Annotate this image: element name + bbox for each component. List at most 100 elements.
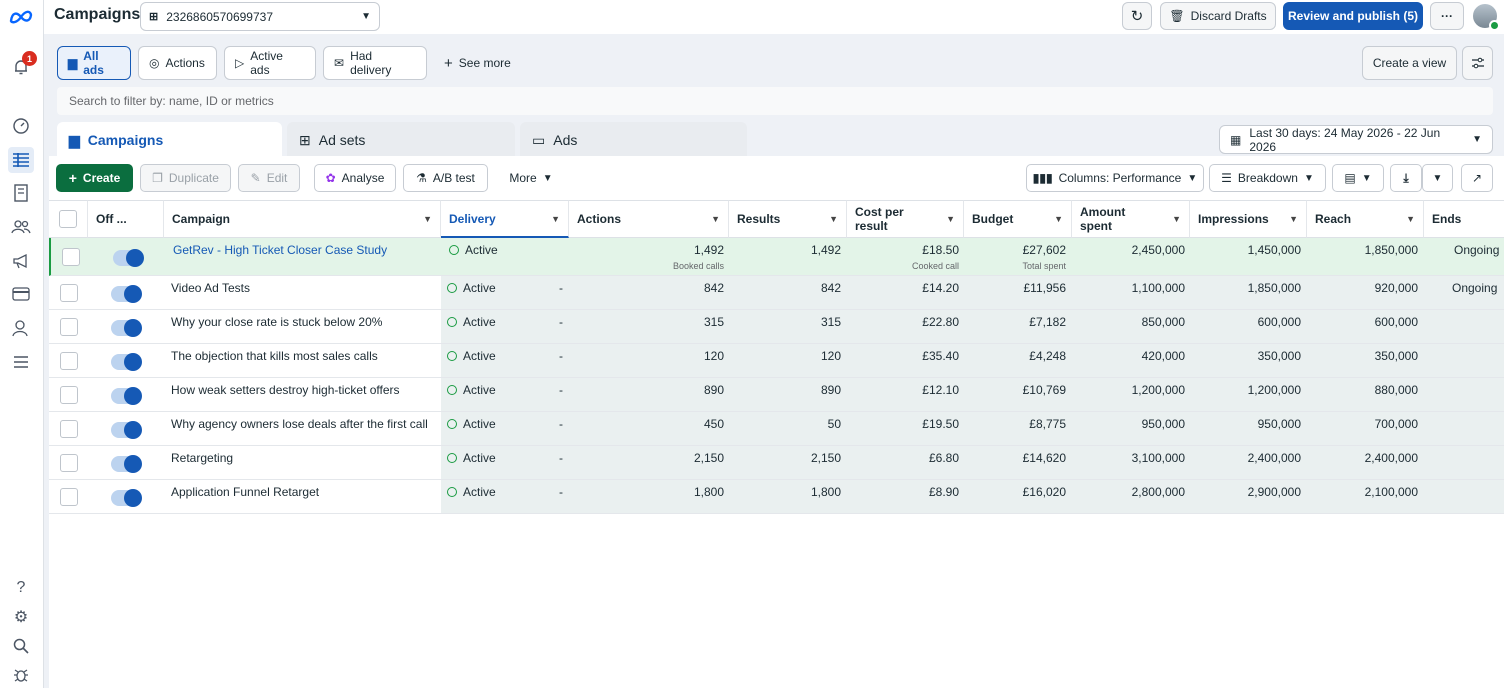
campaign-name-link[interactable]: Video Ad Tests (171, 281, 250, 295)
campaign-on-off-toggle[interactable] (113, 249, 144, 267)
tab-campaigns-label: Campaigns (87, 132, 164, 148)
audiences-icon[interactable] (8, 214, 34, 240)
bug-report-icon[interactable] (8, 662, 34, 688)
date-range-picker[interactable]: ▦ Last 30 days: 24 May 2026 - 22 Jun 202… (1219, 125, 1493, 154)
column-header-delivery[interactable]: Delivery ▼ (441, 200, 569, 238)
all-tools-menu-icon[interactable] (8, 349, 34, 375)
campaign-on-off-toggle[interactable] (111, 455, 142, 473)
table-row[interactable]: Application Funnel Retarget Active - 1,800 1… (49, 480, 1504, 514)
actions-dash: - (559, 485, 563, 499)
table-row[interactable]: The objection that kills most sales call… (49, 344, 1504, 378)
export-button[interactable]: ⤓ (1390, 164, 1422, 192)
filter-all-ads[interactable]: ▆ All ads (57, 46, 131, 80)
tab-ad-sets-label: Ad sets (318, 132, 366, 148)
delivery-status: Active (447, 383, 496, 397)
campaign-name-link[interactable]: Why agency owners lose deals after the f… (171, 417, 428, 431)
reach-value: 920,000 (1374, 281, 1418, 295)
table-row[interactable]: Why agency owners lose deals after the f… (49, 412, 1504, 446)
campaign-name-link[interactable]: Application Funnel Retarget (171, 485, 319, 499)
campaign-on-off-toggle[interactable] (111, 319, 142, 337)
tab-campaigns[interactable]: ▆ Campaigns (57, 122, 282, 158)
row-checkbox[interactable] (60, 284, 78, 302)
analyse-button[interactable]: ✿ Analyse (314, 164, 396, 192)
megaphone-icon[interactable] (8, 248, 34, 274)
dashboard-icon[interactable] (8, 113, 34, 139)
column-header-ends[interactable]: Ends (1424, 200, 1504, 238)
row-checkbox[interactable] (60, 420, 78, 438)
row-checkbox[interactable] (60, 352, 78, 370)
column-header-cost-per-result[interactable]: Cost per result ▼ (847, 200, 964, 238)
results-value: 50 (827, 417, 841, 431)
delivery-status: Active (447, 451, 496, 465)
discard-drafts-button[interactable]: 🗑 Discard Drafts (1160, 2, 1276, 30)
search-icon[interactable] (8, 633, 34, 659)
table-row[interactable]: Why your close rate is stuck below 20% Ac… (49, 310, 1504, 344)
filter-actions[interactable]: ◎ Actions (138, 46, 217, 80)
column-header-amount-spent[interactable]: Amount spent ▼ (1072, 200, 1190, 238)
row-checkbox[interactable] (60, 318, 78, 336)
campaign-on-off-toggle[interactable] (111, 387, 142, 405)
campaign-on-off-toggle[interactable] (111, 353, 142, 371)
campaign-on-off-toggle[interactable] (111, 421, 142, 439)
filter-had-delivery[interactable]: ✉ Had delivery (323, 46, 427, 80)
reach-value: 1,850,000 (1364, 243, 1418, 257)
row-checkbox[interactable] (60, 454, 78, 472)
refresh-button[interactable]: ↻ (1122, 2, 1152, 30)
customize-filters-button[interactable] (1462, 46, 1493, 80)
filter-active-ads[interactable]: ▷ Active ads (224, 46, 316, 80)
flask-icon: ⚗ (416, 171, 427, 185)
search-input[interactable]: Search to filter by: name, ID or metrics (57, 87, 1493, 115)
tab-ad-sets[interactable]: ⊞ Ad sets (287, 122, 515, 158)
create-button[interactable]: + Create (56, 164, 133, 192)
settings-gear-icon[interactable]: ⚙ (8, 604, 34, 630)
see-more-filters-button[interactable]: + See more (434, 46, 524, 80)
billing-card-icon[interactable] (8, 281, 34, 307)
ad-account-selector[interactable]: ⊞ 2326860570699737 ▼ (140, 2, 380, 31)
export-options-dropdown[interactable]: ▼ (1422, 164, 1453, 192)
meta-logo-icon[interactable] (8, 4, 34, 30)
column-header-budget[interactable]: Budget ▼ (964, 200, 1072, 238)
actions-dash: - (559, 315, 563, 329)
reports-dropdown[interactable]: ▤ ▼ (1332, 164, 1384, 192)
table-row[interactable]: How weak setters destroy high-ticket off… (49, 378, 1504, 412)
columns-dropdown[interactable]: ▮▮▮ Columns: Performance ▼ (1026, 164, 1204, 192)
campaign-name-link[interactable]: Retargeting (171, 451, 233, 465)
folder-icon: ▆ (68, 56, 78, 70)
campaign-on-off-toggle[interactable] (111, 489, 142, 507)
column-header-results[interactable]: Results ▼ (729, 200, 847, 238)
campaign-on-off-toggle[interactable] (111, 285, 142, 303)
column-header-impressions[interactable]: Impressions ▼ (1190, 200, 1307, 238)
more-actions-dropdown[interactable]: More ▼ (501, 164, 561, 192)
view-charts-button[interactable]: ↗ (1461, 164, 1493, 192)
row-checkbox[interactable] (60, 386, 78, 404)
tab-ads[interactable]: ▭ Ads (520, 122, 747, 158)
business-users-icon[interactable] (8, 315, 34, 341)
row-checkbox[interactable] (62, 248, 80, 266)
avatar[interactable] (1471, 2, 1500, 31)
help-icon[interactable]: ? (8, 575, 34, 601)
campaign-name-link[interactable]: Why your close rate is stuck below 20% (171, 315, 382, 329)
ads-manager-table-icon[interactable] (8, 147, 34, 173)
table-row[interactable]: Retargeting Active - 2,150 2,150 £6.80 £14,620… (49, 446, 1504, 480)
campaign-name-link[interactable]: The objection that kills most sales call… (171, 349, 378, 363)
campaign-name-link[interactable]: How weak setters destroy high-ticket off… (171, 383, 400, 397)
column-header-actions[interactable]: Actions ▼ (569, 200, 729, 238)
column-header-reach[interactable]: Reach ▼ (1307, 200, 1424, 238)
more-options-button[interactable]: ··· (1430, 2, 1464, 30)
create-a-view-button[interactable]: Create a view (1362, 46, 1457, 80)
table-row[interactable]: Video Ad Tests Active - 842 842 £14.20 £11,956… (49, 276, 1504, 310)
review-and-publish-button[interactable]: Review and publish (5) (1283, 2, 1423, 30)
select-all-checkbox[interactable] (59, 210, 77, 228)
row-checkbox[interactable] (60, 488, 78, 506)
table-row[interactable]: GetRev - High Ticket Closer Case Study Ac… (49, 238, 1504, 276)
column-header-campaign[interactable]: Campaign ▼ (164, 200, 441, 238)
results-value: 315 (820, 315, 841, 329)
campaign-name-link[interactable]: GetRev - High Ticket Closer Case Study (173, 243, 387, 257)
edit-button[interactable]: ✎ Edit (238, 164, 300, 192)
ab-test-button[interactable]: ⚗ A/B test (403, 164, 488, 192)
pages-icon[interactable] (8, 180, 34, 206)
column-header-off-on[interactable]: Off ... (88, 200, 164, 238)
delivery-status: Active (447, 349, 496, 363)
breakdown-dropdown[interactable]: ☰ Breakdown ▼ (1209, 164, 1326, 192)
duplicate-button[interactable]: ❐ Duplicate (140, 164, 231, 192)
